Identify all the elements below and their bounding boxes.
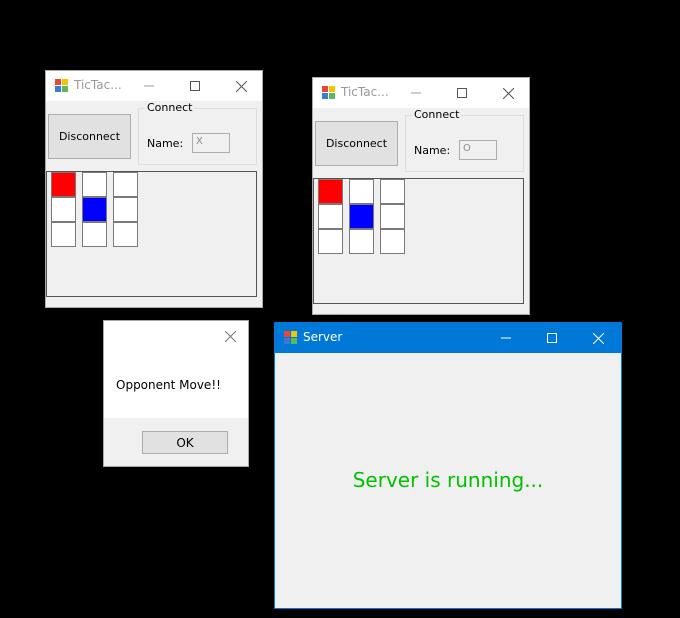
board-cell[interactable] (51, 222, 76, 247)
minimize-icon (411, 92, 421, 94)
app-icon (322, 86, 335, 99)
close-icon (592, 332, 604, 344)
close-button[interactable] (485, 78, 531, 108)
client-window-o: TicTac... Disconnect Connect Name: O (312, 77, 530, 315)
board-cell[interactable] (51, 197, 76, 222)
name-label: Name: (147, 137, 184, 150)
connect-group-label: Connect (145, 101, 195, 114)
minimize-icon (144, 85, 154, 87)
app-icon (55, 79, 68, 92)
board-cell[interactable] (318, 179, 343, 204)
board-cell[interactable] (380, 229, 405, 254)
maximize-icon (547, 333, 557, 343)
window-title: TicTac... (74, 78, 122, 92)
game-board (46, 171, 257, 297)
close-button[interactable] (210, 321, 250, 351)
board-cell[interactable] (349, 229, 374, 254)
minimize-button[interactable] (393, 78, 439, 108)
name-label: Name: (414, 144, 451, 157)
board-cell[interactable] (318, 229, 343, 254)
window-title: TicTac... (341, 85, 389, 99)
name-field[interactable]: X (192, 133, 230, 153)
window-title: Server (303, 330, 343, 344)
maximize-icon (457, 88, 467, 98)
server-titlebar[interactable]: Server (275, 323, 621, 353)
dialog-message: Opponent Move!! (116, 378, 221, 392)
board-cell[interactable] (380, 204, 405, 229)
board-cell[interactable] (82, 222, 107, 247)
minimize-button[interactable] (126, 71, 172, 101)
disconnect-button[interactable]: Disconnect (48, 114, 131, 159)
maximize-button[interactable] (529, 323, 575, 353)
board-cell[interactable] (349, 179, 374, 204)
name-field[interactable]: O (459, 140, 497, 160)
board-cell[interactable] (113, 197, 138, 222)
client-window-x: TicTac... Disconnect Connect Name: X (45, 70, 263, 308)
board-cell[interactable] (113, 172, 138, 197)
board-cell[interactable] (51, 172, 76, 197)
board-cell[interactable] (113, 222, 138, 247)
ok-button[interactable]: OK (142, 431, 228, 454)
server-status: Server is running... (352, 468, 544, 492)
maximize-button[interactable] (439, 78, 485, 108)
close-icon (502, 87, 514, 99)
server-window: Server Server is running... (274, 322, 622, 609)
minimize-icon (501, 337, 511, 339)
game-board (313, 178, 524, 304)
board-cell[interactable] (349, 204, 374, 229)
maximize-icon (190, 81, 200, 91)
connect-group: Connect Name: X (138, 101, 257, 165)
app-icon (284, 331, 297, 344)
maximize-button[interactable] (172, 71, 218, 101)
minimize-button[interactable] (483, 323, 529, 353)
close-icon (235, 80, 247, 92)
close-button[interactable] (218, 71, 264, 101)
message-dialog: Opponent Move!! OK (103, 320, 249, 467)
board-cell[interactable] (380, 179, 405, 204)
client-o-titlebar[interactable]: TicTac... (313, 78, 529, 108)
client-x-titlebar[interactable]: TicTac... (46, 71, 262, 101)
close-icon (224, 330, 236, 342)
disconnect-button[interactable]: Disconnect (315, 121, 398, 166)
board-cell[interactable] (82, 197, 107, 222)
board-cell[interactable] (318, 204, 343, 229)
connect-group-label: Connect (412, 108, 462, 121)
connect-group: Connect Name: O (405, 108, 524, 172)
board-cell[interactable] (82, 172, 107, 197)
close-button[interactable] (575, 323, 621, 353)
